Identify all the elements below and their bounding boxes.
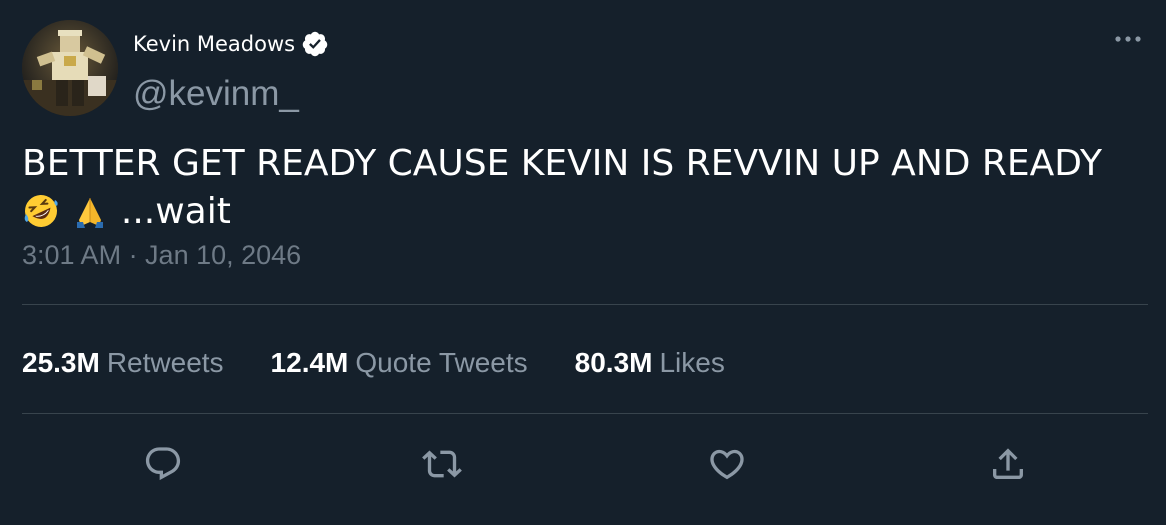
share-button[interactable] bbox=[984, 440, 1032, 488]
share-icon bbox=[993, 448, 1023, 479]
author-handle[interactable]: @kevinm_ bbox=[133, 72, 299, 116]
tweet-timestamp[interactable]: 3:01 AM · Jan 10, 2046 bbox=[22, 238, 301, 272]
likes-label: Likes bbox=[659, 347, 725, 378]
display-name[interactable]: Kevin Meadows bbox=[133, 32, 295, 56]
retweet-button[interactable] bbox=[418, 440, 466, 488]
like-button[interactable] bbox=[703, 440, 751, 488]
quote-tweets-stat[interactable]: 12.4M Quote Tweets bbox=[271, 347, 528, 379]
folded-hands-emoji-icon bbox=[71, 192, 109, 230]
like-icon bbox=[710, 449, 744, 480]
retweets-stat[interactable]: 25.3M Retweets bbox=[22, 347, 224, 379]
tweet-card: Kevin Meadows @kevinm_ BETTER GET READY … bbox=[0, 0, 1166, 525]
divider bbox=[22, 304, 1148, 305]
quote-tweets-count: 12.4M bbox=[270, 347, 349, 378]
retweets-label: Retweets bbox=[106, 347, 224, 378]
tweet-text-main: BETTER GET READY CAUSE KEVIN IS REVVIN U… bbox=[22, 143, 1103, 184]
divider bbox=[22, 413, 1148, 414]
reply-button[interactable] bbox=[139, 440, 187, 488]
likes-count: 80.3M bbox=[574, 347, 653, 378]
author-name-row[interactable]: Kevin Meadows bbox=[133, 28, 329, 60]
rofl-emoji-icon bbox=[22, 192, 60, 230]
avatar[interactable] bbox=[22, 20, 118, 116]
quote-tweets-label: Quote Tweets bbox=[355, 347, 528, 378]
engagement-stats: 25.3M Retweets 12.4M Quote Tweets 80.3M … bbox=[22, 343, 725, 383]
likes-stat[interactable]: 80.3M Likes bbox=[575, 347, 725, 379]
tweet-text-tail: ...wait bbox=[109, 191, 231, 232]
retweet-icon bbox=[422, 450, 462, 478]
verified-badge-icon bbox=[301, 30, 329, 58]
more-horizontal-icon[interactable] bbox=[1108, 26, 1148, 52]
tweet-actions bbox=[0, 440, 1166, 488]
avatar-image bbox=[22, 20, 118, 116]
retweets-count: 25.3M bbox=[22, 347, 100, 378]
tweet-text: BETTER GET READY CAUSE KEVIN IS REVVIN U… bbox=[22, 140, 1132, 236]
reply-icon bbox=[145, 447, 181, 481]
